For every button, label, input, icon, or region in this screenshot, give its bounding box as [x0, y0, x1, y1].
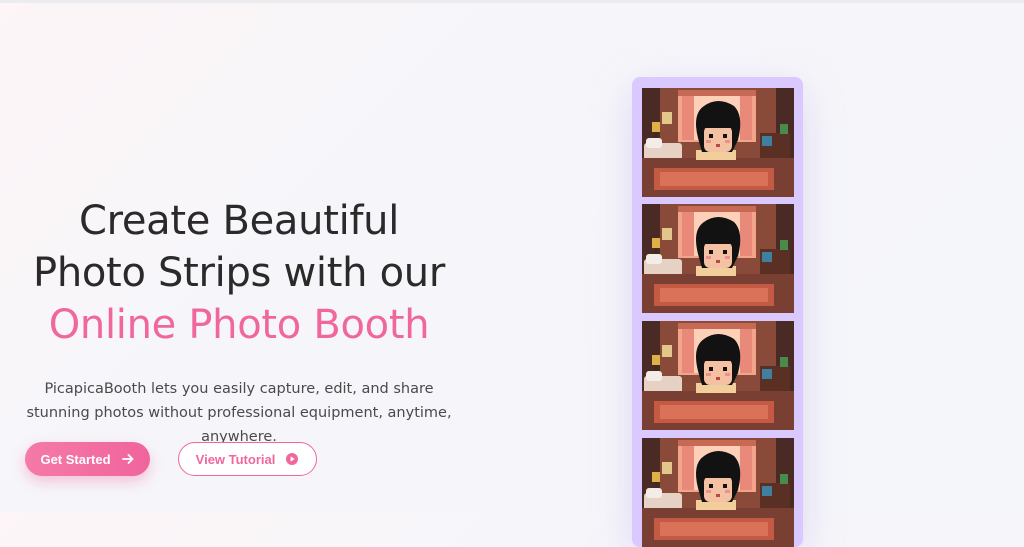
- photo-strip: [632, 77, 803, 547]
- view-tutorial-button[interactable]: View Tutorial: [178, 442, 317, 476]
- top-bar: [0, 0, 1024, 3]
- photo-2-image: [642, 204, 794, 313]
- hero-description: PicapicaBooth lets you easily capture, e…: [26, 381, 452, 445]
- arrow-right-icon: [121, 452, 135, 466]
- get-started-button[interactable]: Get Started: [25, 442, 150, 476]
- photo-frame-4: [642, 438, 794, 547]
- photo-3-image: [642, 321, 794, 430]
- photo-frame-3: [642, 321, 794, 430]
- photo-1-image: [642, 88, 794, 197]
- get-started-label: Get Started: [40, 451, 111, 467]
- hero-headline: Create Beautiful Photo Strips with our O…: [0, 195, 478, 351]
- headline-line-1: Create Beautiful: [78, 198, 400, 244]
- photo-4-image: [642, 438, 794, 547]
- headline-line-2: Photo Strips with our: [33, 250, 445, 296]
- view-tutorial-label: View Tutorial: [195, 451, 276, 467]
- play-circle-icon: [285, 452, 299, 466]
- photo-frame-1: [642, 88, 794, 197]
- headline-accent: Online Photo Booth: [48, 302, 430, 348]
- photo-frame-2: [642, 204, 794, 313]
- hero-section: Create Beautiful Photo Strips with our O…: [0, 195, 478, 449]
